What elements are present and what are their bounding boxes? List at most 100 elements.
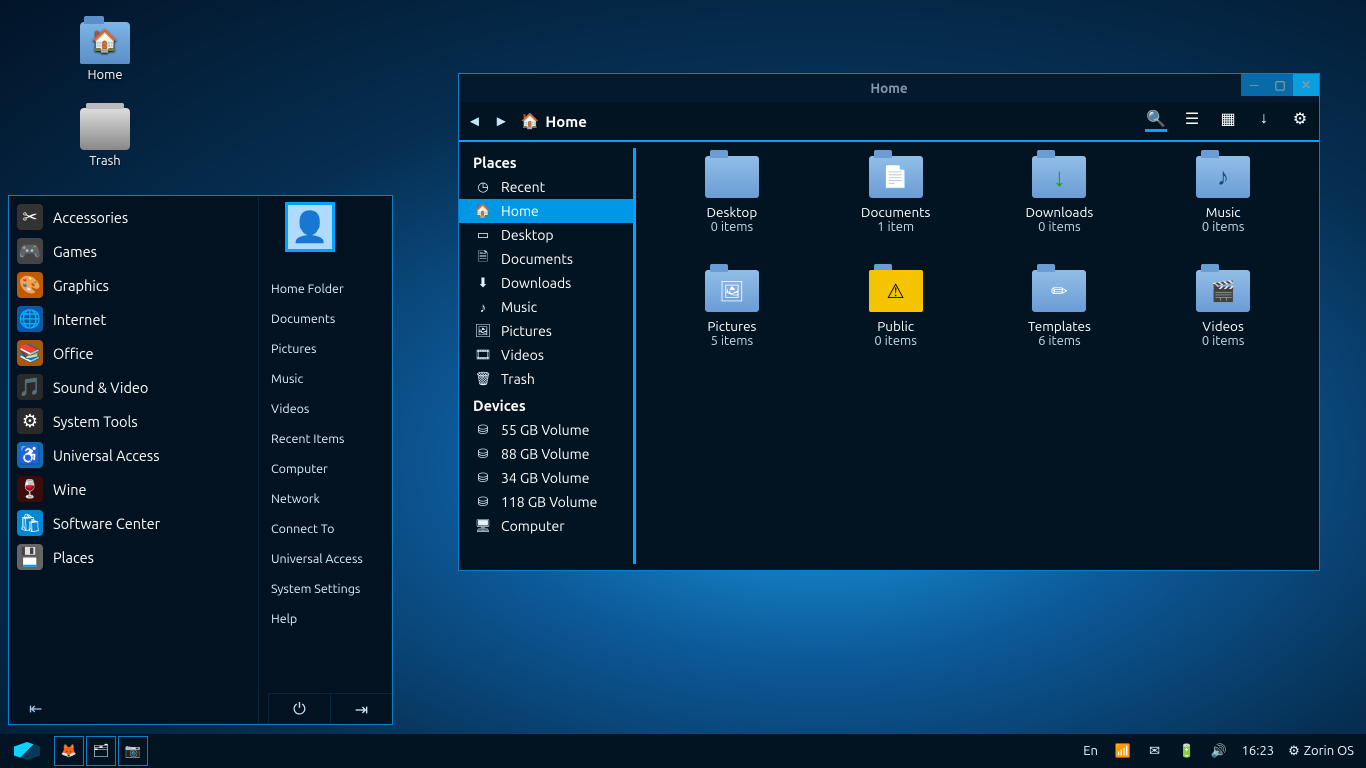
folder-public[interactable]: Public0 items — [814, 270, 978, 380]
sidebar-place-recent[interactable]: ◷Recent — [459, 175, 633, 199]
desktop-icon-home[interactable]: Home — [60, 22, 150, 82]
sidebar-place-downloads[interactable]: ⬇Downloads — [459, 271, 633, 295]
taskbar-files[interactable]: 🗂 — [86, 736, 116, 766]
start-category-office[interactable]: 📚Office — [9, 336, 258, 370]
desktop-icon-trash[interactable]: Trash — [60, 108, 150, 168]
place-label: Home — [501, 203, 539, 219]
category-label: Games — [53, 243, 97, 260]
mail-icon[interactable]: ✉ — [1140, 736, 1170, 766]
start-link-music[interactable]: Music — [259, 364, 392, 394]
folder-count: 6 items — [978, 334, 1142, 348]
start-category-software-center[interactable]: 🛍Software Center — [9, 506, 258, 540]
sidebar-devices-header: Devices — [459, 391, 633, 418]
view-list-button[interactable]: ☰ — [1181, 110, 1203, 132]
sidebar-device-computer[interactable]: 🖥Computer — [459, 514, 633, 538]
file-manager-content[interactable]: Desktop0 itemsDocuments1 itemDownloads0 … — [636, 142, 1319, 570]
folder-icon — [705, 156, 759, 198]
place-icon: 🗎 — [475, 251, 491, 267]
search-button[interactable]: 🔍 — [1145, 110, 1167, 132]
taskbar-firefox[interactable]: 🦊 — [54, 736, 84, 766]
start-link-network[interactable]: Network — [259, 484, 392, 514]
start-link-connect-to[interactable]: Connect To — [259, 514, 392, 544]
sidebar-place-music[interactable]: ♪Music — [459, 295, 633, 319]
folder-count: 1 item — [814, 220, 978, 234]
folder-videos[interactable]: Videos0 items — [1141, 270, 1305, 380]
start-category-graphics[interactable]: 🎨Graphics — [9, 268, 258, 302]
view-grid-button[interactable]: ▦ — [1217, 110, 1239, 132]
start-category-accessories[interactable]: ✂ Accessories — [9, 200, 258, 234]
close-button[interactable]: ✕ — [1293, 74, 1319, 96]
place-label: Recent — [501, 179, 545, 195]
sidebar-place-pictures[interactable]: 🖼 Pictures — [459, 319, 633, 343]
start-link-videos[interactable]: Videos — [259, 394, 392, 424]
start-category-sound-video[interactable]: 🎵Sound & Video — [9, 370, 258, 404]
sidebar-device-118-gb-volume[interactable]: ⛁118 GB Volume — [459, 490, 633, 514]
folder-templates[interactable]: Templates6 items — [978, 270, 1142, 380]
start-link-documents[interactable]: Documents — [259, 304, 392, 334]
system-menu[interactable]: ⚙ Zorin OS — [1282, 736, 1360, 766]
sidebar-device-88-gb-volume[interactable]: ⛁88 GB Volume — [459, 442, 633, 466]
sidebar-place-desktop[interactable]: ▭Desktop — [459, 223, 633, 247]
category-label: Universal Access — [53, 447, 160, 464]
settings-button[interactable]: ⚙ — [1289, 110, 1311, 132]
sidebar-place-trash[interactable]: 🗑Trash — [459, 367, 633, 391]
folder-icon — [1032, 270, 1086, 312]
sidebar-device-55-gb-volume[interactable]: ⛁55 GB Volume — [459, 418, 633, 442]
start-category-system-tools[interactable]: ⚙System Tools — [9, 404, 258, 438]
nav-back-button[interactable]: ◄ — [467, 112, 482, 130]
category-icon: ✂ — [17, 204, 43, 230]
start-link-help[interactable]: Help — [259, 604, 392, 634]
folder-name: Documents — [814, 204, 978, 220]
start-link-universal-access[interactable]: Universal Access — [259, 544, 392, 574]
path-home[interactable]: 🏠 Home — [521, 112, 587, 130]
place-label: Pictures — [501, 323, 552, 339]
desktop-icon-label: Home — [60, 68, 150, 82]
start-menu-collapse[interactable]: ⇤ — [29, 699, 42, 718]
sort-button[interactable]: ↓ — [1253, 110, 1275, 132]
keyboard-indicator[interactable]: En — [1076, 736, 1106, 766]
folder-music[interactable]: Music0 items — [1141, 156, 1305, 266]
folder-documents[interactable]: Documents1 item — [814, 156, 978, 266]
start-link-recent-items[interactable]: Recent Items — [259, 424, 392, 454]
window-titlebar[interactable]: Home ─ ▢ ✕ — [459, 74, 1319, 102]
maximize-button[interactable]: ▢ — [1267, 74, 1293, 96]
category-label: Software Center — [53, 515, 160, 532]
start-category-internet[interactable]: 🌐Internet — [9, 302, 258, 336]
network-icon[interactable]: 📶 — [1108, 736, 1138, 766]
start-link-pictures[interactable]: Pictures — [259, 334, 392, 364]
logout-button[interactable]: ⇥ — [330, 694, 392, 724]
folder-downloads[interactable]: Downloads0 items — [978, 156, 1142, 266]
place-icon: 🖼 — [475, 323, 491, 339]
place-icon: ⛁ — [475, 470, 491, 486]
home-folder-icon — [80, 22, 130, 64]
start-link-computer[interactable]: Computer — [259, 454, 392, 484]
power-button[interactable]: ⏻ — [268, 694, 330, 724]
sidebar-place-videos[interactable]: 🎞Videos — [459, 343, 633, 367]
category-label: Accessories — [53, 209, 128, 226]
minimize-button[interactable]: ─ — [1241, 74, 1267, 96]
start-category-universal-access[interactable]: ♿ Universal Access — [9, 438, 258, 472]
category-icon: ♿ — [17, 442, 43, 468]
start-link-home-folder[interactable]: Home Folder — [259, 274, 392, 304]
battery-icon[interactable]: 🔋 — [1172, 736, 1202, 766]
window-title: Home — [870, 80, 907, 96]
sidebar-place-documents[interactable]: 🗎Documents — [459, 247, 633, 271]
clock[interactable]: 16:23 — [1236, 736, 1281, 766]
category-icon: 💾 — [17, 544, 43, 570]
sidebar-place-home[interactable]: 🏠Home — [459, 199, 633, 223]
nav-forward-button[interactable]: ► — [494, 112, 509, 130]
start-category-wine[interactable]: 🍷Wine — [9, 472, 258, 506]
start-category-places[interactable]: 💾Places — [9, 540, 258, 574]
start-link-system-settings[interactable]: System Settings — [259, 574, 392, 604]
volume-icon[interactable]: 🔊 — [1204, 736, 1234, 766]
start-menu-footer: ⏻ ⇥ — [268, 693, 392, 724]
folder-pictures[interactable]: Pictures5 items — [650, 270, 814, 380]
category-label: Graphics — [53, 277, 109, 294]
sidebar-device-34-gb-volume[interactable]: ⛁34 GB Volume — [459, 466, 633, 490]
start-category-games[interactable]: 🎮Games — [9, 234, 258, 268]
folder-desktop[interactable]: Desktop0 items — [650, 156, 814, 266]
place-icon: ⬇ — [475, 275, 491, 291]
taskbar-camera[interactable]: 📷 — [118, 736, 148, 766]
start-button[interactable] — [6, 736, 52, 766]
user-avatar[interactable]: 👤 — [285, 202, 335, 252]
